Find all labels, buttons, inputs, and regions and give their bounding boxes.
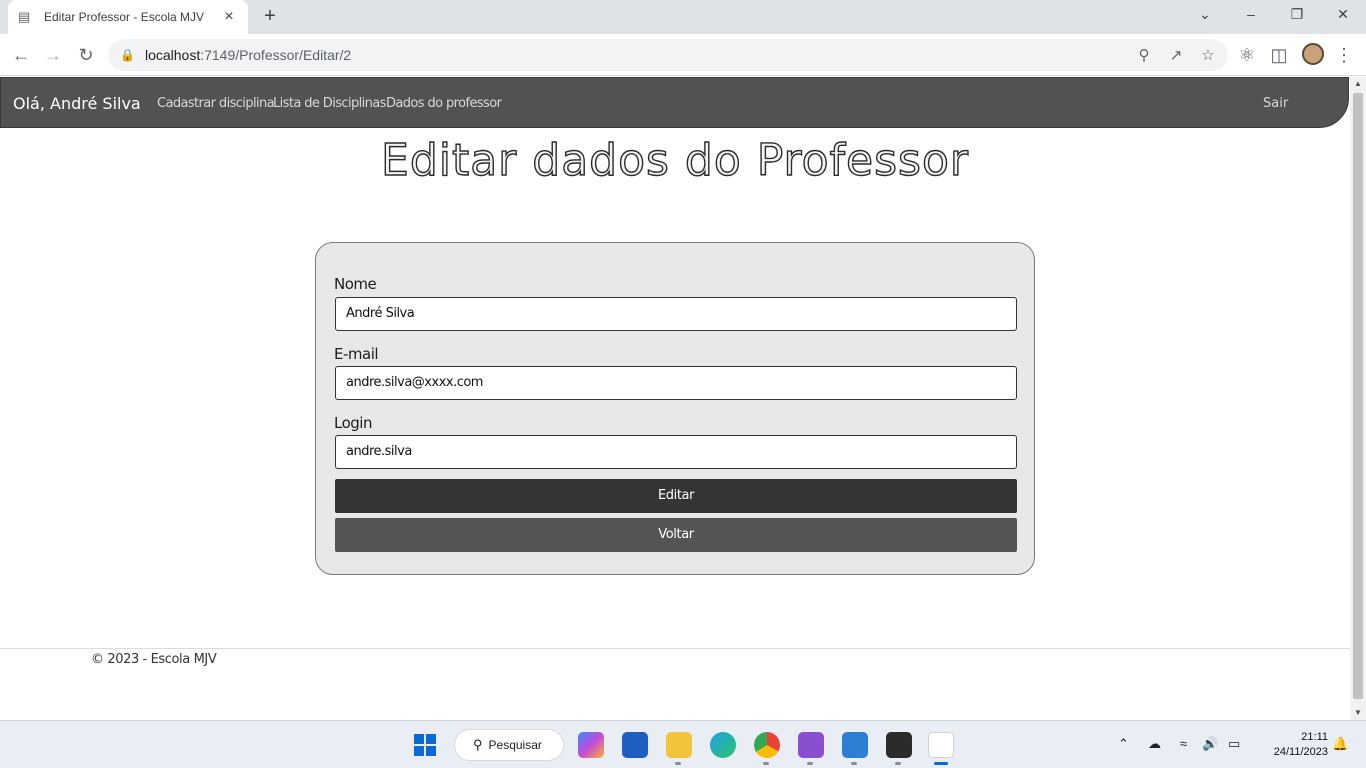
menu-kebab-icon[interactable]: ⋮ — [1331, 42, 1357, 68]
browser-toolbar: ← → ↻ 🔒 localhost :7149/Professor/Editar… — [0, 34, 1366, 76]
nav-link-cadastrar-disciplina[interactable]: Cadastrar disciplina — [157, 96, 275, 111]
url-host: localhost — [144, 47, 201, 63]
terminal-indicator — [895, 762, 901, 765]
clock-time: 21:11 — [1301, 731, 1328, 743]
forward-arrow-icon[interactable]: → — [40, 42, 66, 68]
site-navbar: Olá, André Silva Cadastrar disciplina Li… — [0, 77, 1349, 128]
scrollbar-thumb[interactable] — [1353, 93, 1363, 699]
taskbar-clock[interactable]: 21:11 24/11/2023 — [1258, 730, 1328, 760]
tray-chevron-up-icon[interactable]: ⌃ — [1118, 736, 1129, 752]
footer-copyright: © 2023 - Escola MJV — [91, 652, 217, 667]
email-label: E-mail — [334, 345, 379, 363]
zoom-icon[interactable]: ⚲ — [1134, 46, 1154, 66]
page-title: Editar dados do Professor — [380, 134, 969, 186]
tab-title: Editar Professor - Escola MJV — [44, 10, 205, 24]
volume-icon[interactable]: 🔊 — [1202, 736, 1218, 752]
taskbar-search-label: Pesquisar — [488, 738, 542, 752]
visual-studio-icon[interactable] — [798, 732, 824, 758]
lock-icon[interactable]: 🔒 — [120, 48, 135, 62]
reload-icon[interactable]: ↻ — [73, 42, 99, 68]
new-tab-icon[interactable]: + — [258, 4, 282, 28]
minimize-icon[interactable]: – — [1228, 0, 1274, 30]
wifi-icon[interactable]: ≈ — [1180, 736, 1187, 751]
notepad-icon[interactable] — [842, 732, 868, 758]
scroll-down-icon[interactable]: ▼ — [1350, 706, 1366, 720]
email-field[interactable]: andre.silva@xxxx.com — [335, 366, 1017, 400]
nome-label: Nome — [334, 275, 377, 293]
chrome-browser-icon[interactable] — [754, 732, 780, 758]
close-window-icon[interactable]: ✕ — [1320, 0, 1366, 30]
notification-bell-icon[interactable]: 🔔 — [1332, 736, 1348, 752]
edge-browser-icon[interactable] — [710, 732, 736, 758]
edit-professor-form: Nome André Silva E-mail andre.silva@xxxx… — [315, 242, 1035, 575]
chrome-indicator — [763, 762, 769, 765]
windows-start-icon[interactable] — [414, 734, 436, 756]
taskbar-search[interactable]: ⚲ Pesquisar — [454, 729, 564, 761]
side-panel-icon[interactable]: ◫ — [1266, 42, 1292, 68]
url-path: :7149/Professor/Editar/2 — [200, 47, 352, 63]
copilot-app-icon[interactable] — [578, 732, 604, 758]
navbar-brand[interactable]: Olá, André Silva — [13, 94, 141, 113]
nav-link-lista-disciplinas[interactable]: Lista de Disciplinas — [273, 96, 386, 111]
clock-date: 24/11/2023 — [1273, 746, 1328, 758]
store-app-icon[interactable] — [622, 732, 648, 758]
page-viewport: Olá, André Silva Cadastrar disciplina Li… — [0, 77, 1350, 720]
notepad-indicator — [851, 762, 857, 765]
page-favicon-icon: ▤ — [18, 9, 31, 24]
editar-button[interactable]: Editar — [335, 479, 1017, 513]
share-icon[interactable]: ↗ — [1166, 46, 1186, 66]
tab-search-chevron-icon[interactable]: ⌄ — [1182, 0, 1228, 30]
login-label: Login — [334, 414, 372, 432]
page-scrollbar[interactable]: ▲ ▼ — [1350, 77, 1366, 720]
voltar-button[interactable]: Voltar — [335, 518, 1017, 552]
logout-link[interactable]: Sair — [1263, 96, 1288, 111]
tab-close-icon[interactable]: × — [220, 8, 238, 26]
windows-taskbar: ⚲ Pesquisar ⌃ ☁ ≈ 🔊 ▭ 21:11 24/11/2023 🔔 — [0, 720, 1366, 768]
nav-link-dados-professor[interactable]: Dados do professor — [386, 96, 502, 111]
visual-studio-indicator — [807, 762, 813, 765]
bookmark-star-icon[interactable]: ☆ — [1198, 46, 1218, 66]
profile-avatar[interactable] — [1302, 43, 1324, 65]
restore-icon[interactable]: ❐ — [1274, 0, 1320, 30]
browser-tab[interactable]: ▤ Editar Professor - Escola MJV × — [8, 0, 248, 34]
nome-field[interactable]: André Silva — [335, 297, 1017, 331]
login-field[interactable]: andre.silva — [335, 435, 1017, 469]
scroll-up-icon[interactable]: ▲ — [1350, 77, 1366, 91]
battery-icon[interactable]: ▭ — [1228, 736, 1240, 752]
snipping-tool-icon[interactable] — [928, 732, 954, 758]
search-icon: ⚲ — [473, 737, 483, 752]
tab-strip: ▤ Editar Professor - Escola MJV × + ⌄ – … — [0, 0, 1366, 34]
file-explorer-icon[interactable] — [666, 732, 692, 758]
extensions-icon[interactable]: ⚛ — [1234, 42, 1260, 68]
back-arrow-icon[interactable]: ← — [8, 42, 34, 68]
snipping-tool-active-indicator — [934, 762, 948, 765]
terminal-icon[interactable] — [886, 732, 912, 758]
address-bar[interactable]: 🔒 localhost :7149/Professor/Editar/2 ⚲ ↗… — [108, 39, 1228, 71]
onedrive-cloud-icon[interactable]: ☁ — [1148, 736, 1161, 752]
footer-divider — [0, 648, 1350, 649]
file-explorer-indicator — [675, 762, 681, 765]
